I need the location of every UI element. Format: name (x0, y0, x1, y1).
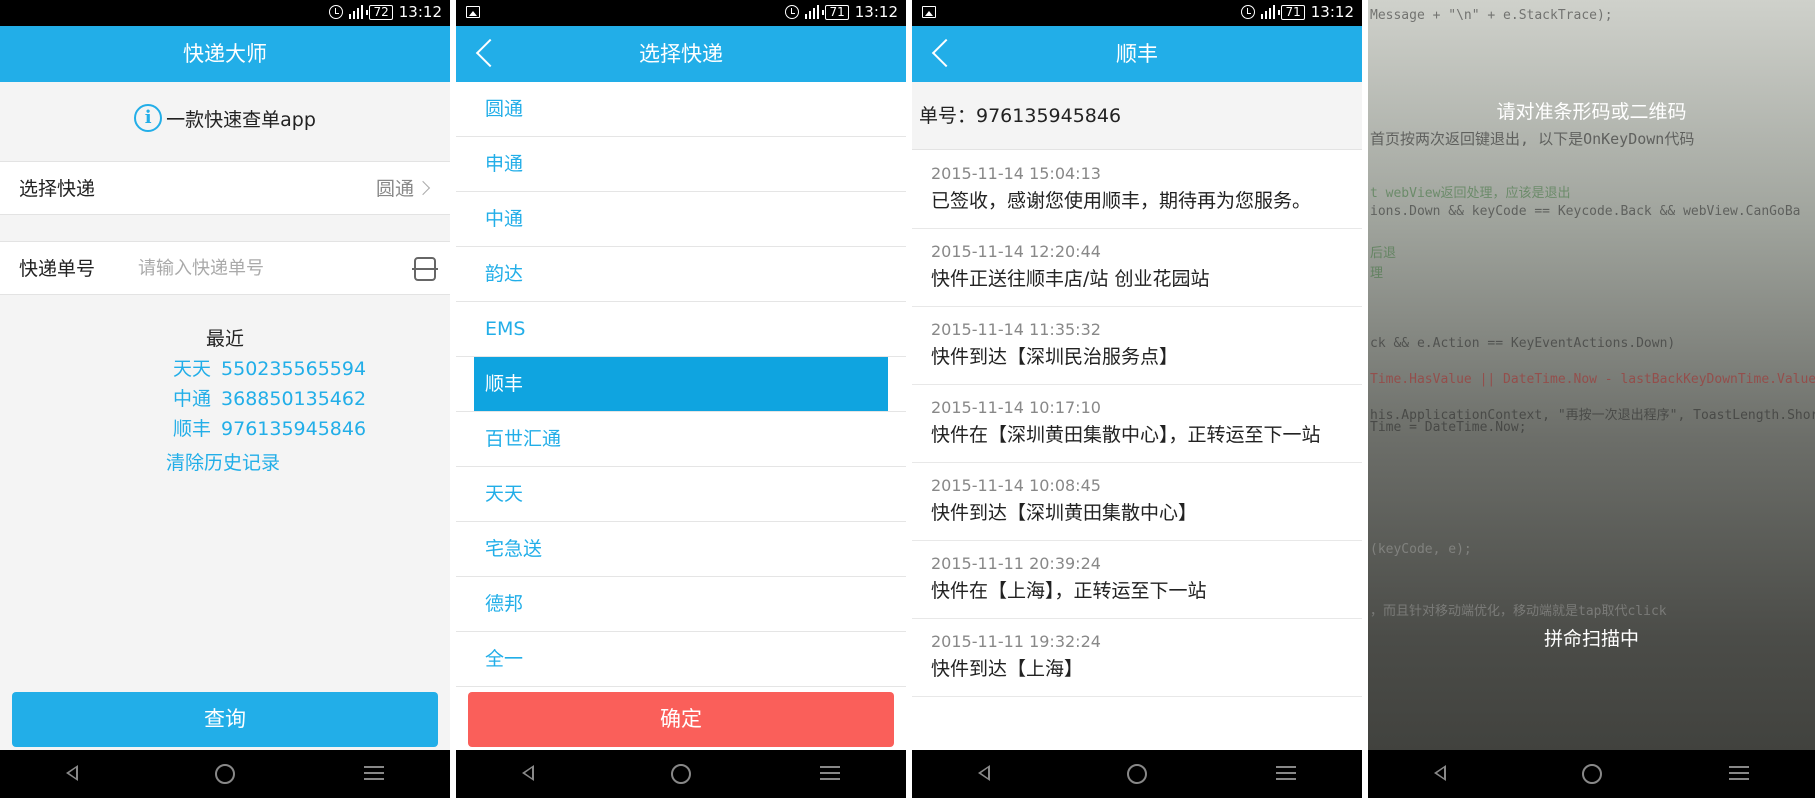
tracking-result-screen: 71 13:12 顺丰 单号：976135945846 2015-11-14 1… (912, 0, 1362, 798)
choose-carrier-row[interactable]: 选择快递 圆通 (0, 161, 450, 215)
tracking-event: 2015-11-14 12:20:44 快件正送往顺丰店/站 创业花园站 (912, 229, 1362, 307)
tracking-events: 2015-11-14 15:04:13 已签收，感谢您使用顺丰，期待再为您服务。 … (912, 151, 1362, 697)
image-notification-icon (922, 6, 936, 18)
carrier-item[interactable]: 宅急送 (456, 522, 906, 577)
title-bar: 快递大师 (0, 26, 450, 82)
info-icon: i (134, 104, 163, 132)
signal-icon (1261, 5, 1276, 19)
nav-menu-icon[interactable] (1276, 766, 1296, 780)
status-bar: 72 13:12 (0, 0, 450, 26)
nav-back-icon[interactable] (66, 765, 78, 781)
page-title: 选择快递 (639, 42, 723, 66)
nav-bar (912, 750, 1362, 798)
alarm-icon (329, 5, 344, 19)
carrier-item[interactable]: 天天 (456, 467, 906, 522)
nav-menu-icon[interactable] (1729, 766, 1749, 780)
nav-back-icon[interactable] (1434, 765, 1446, 781)
carrier-list: 圆通 申通 中通 韵达 EMS 顺丰 百世汇通 天天 宅急送 德邦 全一 (456, 82, 906, 687)
scanner-screen: Message + "\n" + e.StackTrace); 首页按两次返回键… (1368, 0, 1815, 798)
camera-text: t webView返回处理，应该是退出 (1370, 186, 1571, 201)
home-screen: 72 13:12 快递大师 i 一款快速查单app 选择快递 圆通 快递单号 请… (0, 0, 450, 798)
clock: 13:12 (854, 3, 898, 21)
clock: 13:12 (398, 3, 442, 21)
order-number-row: 单号：976135945846 (912, 82, 1362, 150)
title-bar: 顺丰 (912, 26, 1362, 82)
camera-text: ions.Down && keyCode == Keycode.Back && … (1370, 204, 1801, 219)
tracking-event: 2015-11-11 20:39:24 快件在【上海】，正转运至下一站 (912, 541, 1362, 619)
camera-text: 理 (1370, 266, 1384, 281)
scan-icon[interactable] (412, 257, 438, 281)
carrier-select-screen: 71 13:12 选择快递 圆通 申通 中通 韵达 EMS 顺丰 百世汇通 天天… (456, 0, 906, 798)
battery-icon: 71 (822, 4, 849, 20)
nav-bar (1368, 750, 1815, 798)
tracking-event: 2015-11-14 15:04:13 已签收，感谢您使用顺丰，期待再为您服务。 (912, 151, 1362, 229)
tracking-event: 2015-11-14 10:08:45 快件到达【深圳黄田集散中心】 (912, 463, 1362, 541)
info-text: 一款快速查单app (166, 108, 316, 131)
nav-home-icon[interactable] (1581, 764, 1602, 784)
clear-history-link[interactable]: 清除历史记录 (0, 448, 448, 475)
recent-item[interactable]: 顺丰 976135945846 (173, 414, 366, 444)
recent-title: 最近 (205, 328, 244, 350)
scan-status: 拼命扫描中 (1543, 628, 1639, 650)
carrier-item[interactable]: 全一 (456, 632, 906, 687)
carrier-item[interactable]: 圆通 (456, 82, 906, 137)
camera-text: Time = DateTime.Now; (1370, 420, 1527, 435)
choose-carrier-value: 圆通 (375, 178, 414, 200)
status-bar: 71 13:12 (456, 0, 906, 26)
carrier-item-selected[interactable]: 顺丰 (456, 357, 906, 412)
nav-menu-icon[interactable] (820, 766, 840, 780)
carrier-item[interactable]: 韵达 (456, 247, 906, 302)
recent-item[interactable]: 天天 550235565594 (173, 354, 366, 384)
alarm-icon (785, 5, 800, 19)
battery-icon: 71 (1278, 4, 1305, 20)
battery-icon: 72 (366, 4, 393, 20)
carrier-item[interactable]: 中通 (456, 192, 906, 247)
clock: 13:12 (1310, 3, 1354, 21)
carrier-item[interactable]: 申通 (456, 137, 906, 192)
app-description: i 一款快速查单app (0, 104, 450, 132)
tracking-number-input[interactable]: 请输入快递单号 (138, 242, 264, 296)
tracking-number-row: 快递单号 请输入快递单号 (0, 241, 450, 295)
camera-text: 后退 (1370, 246, 1397, 261)
recent-list: 天天 550235565594 中通 368850135462 顺丰 97613594… (173, 354, 366, 444)
nav-home-icon[interactable] (1127, 764, 1147, 784)
nav-bar (0, 750, 450, 798)
order-number: 单号：976135945846 (919, 105, 1122, 127)
nav-back-icon[interactable] (978, 765, 990, 781)
recent-item[interactable]: 中通 368850135462 (173, 384, 366, 414)
tracking-event: 2015-11-14 10:17:10 快件在【深圳黄田集散中心】，正转运至下一站 (912, 385, 1362, 463)
camera-text: ，而且针对移动端优化，移动端就是tap取代click (1370, 604, 1667, 619)
page-title: 顺丰 (1116, 42, 1158, 66)
camera-text: (keyCode, e); (1370, 542, 1472, 557)
carrier-item[interactable]: 德邦 (456, 577, 906, 632)
carrier-item[interactable]: EMS (456, 302, 906, 357)
title-bar: 选择快递 (456, 26, 906, 82)
choose-carrier-label: 选择快递 (19, 178, 96, 200)
carrier-item[interactable]: 百世汇通 (456, 412, 906, 467)
nav-back-icon[interactable] (522, 765, 534, 781)
tracking-event: 2015-11-14 11:35:32 快件到达【深圳民治服务点】 (912, 307, 1362, 385)
nav-home-icon[interactable] (215, 764, 235, 784)
camera-text: ck && e.Action == KeyEventActions.Down) (1370, 336, 1676, 351)
query-button[interactable]: 查询 (12, 692, 438, 747)
scan-hint: 请对准条形码或二维码 (1496, 101, 1687, 123)
page-title: 快递大师 (183, 42, 267, 66)
image-notification-icon (466, 6, 480, 18)
signal-icon (805, 5, 820, 19)
nav-bar (456, 750, 906, 798)
tracking-event: 2015-11-11 19:32:24 快件到达【上海】 (912, 619, 1362, 697)
camera-text: Time.HasValue || DateTime.Now - lastBack… (1370, 372, 1815, 387)
camera-text: Message + "\n" + e.StackTrace); (1370, 8, 1613, 23)
nav-home-icon[interactable] (671, 764, 691, 784)
alarm-icon (1241, 5, 1256, 19)
tracking-number-label: 快递单号 (19, 258, 96, 280)
chevron-right-icon (415, 180, 431, 196)
nav-menu-icon[interactable] (364, 766, 384, 780)
confirm-button[interactable]: 确定 (468, 692, 894, 747)
status-bar: 71 13:12 (912, 0, 1362, 26)
camera-text: 首页按两次返回键退出, 以下是OnKeyDown代码 (1370, 130, 1695, 148)
signal-icon (349, 5, 364, 19)
